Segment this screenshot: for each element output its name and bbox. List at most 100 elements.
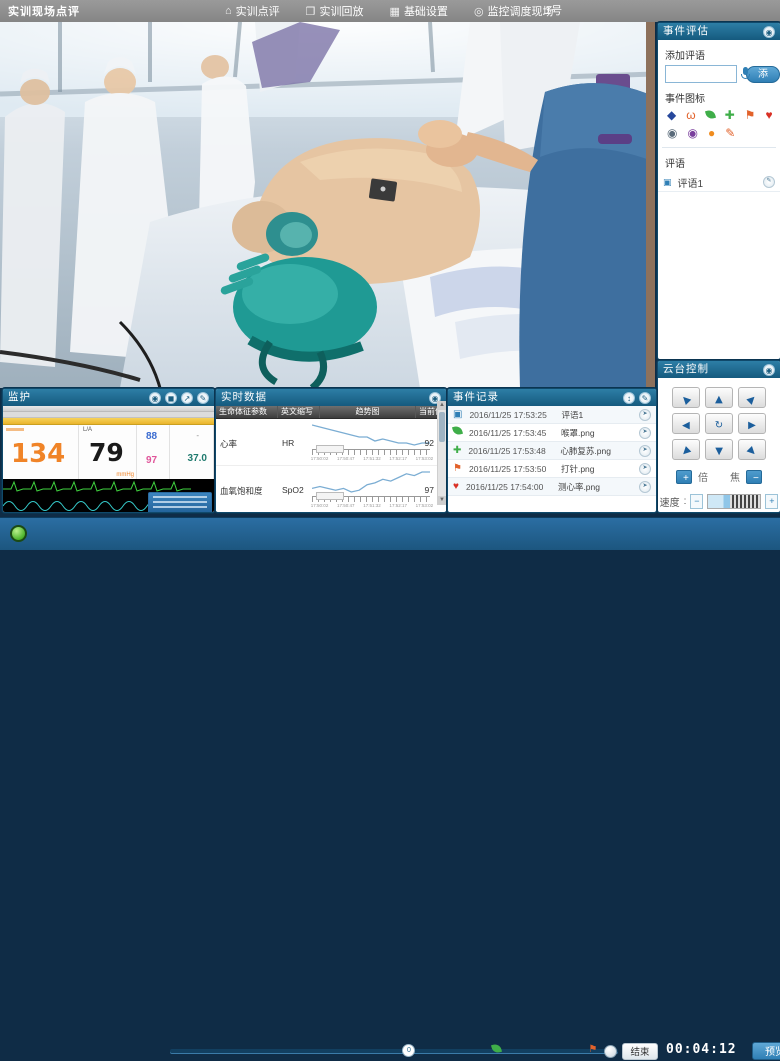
leaf-icon[interactable] [706,109,715,121]
diamond-icon[interactable]: ◆ [667,109,676,121]
column-header: 英文缩写 [278,406,320,418]
timeline-count-marker[interactable]: 0 [402,1044,415,1057]
open-event-icon[interactable]: ➤ [639,463,651,475]
arrow-down-left-icon: ▶ [676,441,696,461]
event-record-row[interactable]: ▣2016/11/25 17:53:25评语1➤ [448,406,656,424]
tab-replay[interactable]: ❐实训回放 [306,3,364,19]
expand-icon[interactable]: ↗ [181,392,193,404]
open-event-icon[interactable]: ➤ [639,409,651,421]
heart-icon[interactable]: ♥ [765,109,772,121]
ptz-down-right-button[interactable]: ▶ [738,439,766,460]
monitor-footer [3,512,214,513]
vital-current-value: 97 [425,485,434,495]
eye2-icon[interactable]: ◉ [687,127,697,139]
timeline-markers: 0⚑♥ [170,1042,618,1058]
monitor-header: 监护 ◉ ◼ ↗ ✎ [3,389,214,406]
comment-text: 评语1 [678,175,763,190]
panel-title: 实时数据 [221,389,425,406]
timeline-leaf-marker[interactable] [492,1044,501,1057]
cross-icon[interactable]: ✚ [725,109,735,121]
eye-icon[interactable]: ◉ [667,127,677,139]
open-event-icon[interactable]: ➤ [639,427,651,439]
event-record-row[interactable]: ♥2016/11/25 17:54:00测心率.png➤ [448,478,656,496]
timeline-handle[interactable] [604,1045,617,1058]
ptz-right-button[interactable]: ▶ [738,413,766,434]
timeline-pin-marker[interactable]: ⚑ [588,1044,597,1056]
open-event-icon[interactable]: ➤ [639,445,651,457]
event-record-row[interactable]: ⚑2016/11/25 17:53:50打针.png➤ [448,460,656,478]
event-timestamp: 2016/11/25 17:53:48 [468,446,560,456]
alarm-bar [3,418,214,425]
event-label: 测心率.png [558,481,639,493]
speed-decrease-button[interactable]: − [690,494,703,509]
event-record-row[interactable]: 2016/11/25 17:53:45喉罩.png➤ [448,424,656,442]
end-session-button[interactable]: 结束 [622,1043,658,1060]
tab-home[interactable]: ⌂实训点评 [225,3,280,19]
event-record-row[interactable]: ✚2016/11/25 17:53:48心肺复苏.png➤ [448,442,656,460]
lungs-icon[interactable]: ω [686,109,695,121]
record-icon[interactable]: ◉ [149,392,161,404]
settings-icon: ▦ [390,5,400,18]
arrow-down-icon: ▶ [708,448,729,456]
zoom-in-button[interactable]: + [676,470,692,484]
ptz-left-button[interactable]: ▶ [672,413,700,434]
scrollbar[interactable]: ▲ ▼ [437,401,446,505]
pause-icon[interactable]: ◼ [165,392,177,404]
preview-button[interactable]: 预览 [752,1042,780,1060]
nibp-unit: mmHg [116,472,134,478]
microphone-icon[interactable] [741,67,742,81]
vitals-grid: 134 L/A 79 mmHg 88 97 - 37.0 [3,425,214,479]
pin-icon[interactable]: ⚑ [745,109,756,121]
nibp-cell: L/A 79 mmHg [79,425,137,479]
add-comment-button[interactable]: 添加 [746,66,780,83]
ptz-up-left-button[interactable]: ▶ [672,387,700,408]
ptz-up-right-button[interactable]: ▶ [738,387,766,408]
tab-dispatch[interactable]: ◎监控调度现场 [474,3,554,19]
home-icon: ⌂ [225,5,232,17]
syringe-icon[interactable]: ✎ [725,127,735,139]
collapse-icon[interactable]: ◉ [763,364,775,376]
divider [662,147,776,148]
rotate-icon: ↻ [715,415,723,436]
comment-list-item[interactable]: ▣评语1✎ [658,173,780,192]
panel-title: 事件记录 [453,389,619,406]
arrow-up-icon: ▶ [708,396,729,404]
vital-trend-row[interactable]: 心率HR17:50:0217:50:4717:51:3217:52:1717:5… [216,419,446,466]
top-bar: 实训现场点评 ⌂实训点评❐实训回放▦基础设置◎监控调度现场 1号 [0,0,780,22]
comment-list: ▣评语1✎ [658,173,780,192]
ptz-rotate-button[interactable]: ↻ [705,413,733,434]
hr-cell: 134 [3,425,79,479]
export-icon[interactable]: ✎ [639,392,651,404]
patient-monitor-panel: 监护 ◉ ◼ ↗ ✎ 134 L/A 79 mmHg 88 97 - 3 [2,388,215,513]
scroll-thumb[interactable] [439,412,445,442]
live-video-feed[interactable] [0,22,655,388]
comment-input[interactable] [665,65,737,83]
open-event-icon[interactable]: ➤ [639,481,651,493]
ptz-up-button[interactable]: ▶ [705,387,733,408]
cross-icon: ✚ [453,445,461,457]
monitor-popup [148,492,212,513]
ptz-down-left-button[interactable]: ▶ [672,439,700,460]
speed-slider[interactable] [707,494,761,509]
panel-title: 监护 [8,389,145,406]
recording-indicator [10,525,27,542]
sort-icon[interactable]: ↕ [623,392,635,404]
spo2-value: 97 [146,455,157,466]
tab-settings[interactable]: ▦基础设置 [390,3,448,19]
comments-label: 评语 [665,155,780,170]
column-header: 生命体征参数 [216,406,278,418]
realtime-header: 实时数据 ◉ [216,389,446,406]
zoom-out-button[interactable]: − [746,470,762,484]
scroll-down-icon[interactable]: ▼ [438,496,446,505]
temp-cell: - 37.0 [170,425,214,479]
orange-icon[interactable]: ● [708,127,715,139]
speed-increase-button[interactable]: + [765,494,778,509]
trend-range-tag [316,492,344,500]
scroll-up-icon[interactable]: ▲ [438,401,446,410]
vital-trend-row[interactable]: 血氧饱和度SpO217:50:0217:50:4717:51:3217:52:1… [216,466,446,511]
playback-bar: 0⚑♥ 结束 00:04:12 预览 [0,517,780,550]
collapse-icon[interactable]: ◉ [763,26,775,38]
snapshot-icon[interactable]: ✎ [197,392,209,404]
edit-comment-icon[interactable]: ✎ [763,176,775,188]
ptz-down-button[interactable]: ▶ [705,439,733,460]
